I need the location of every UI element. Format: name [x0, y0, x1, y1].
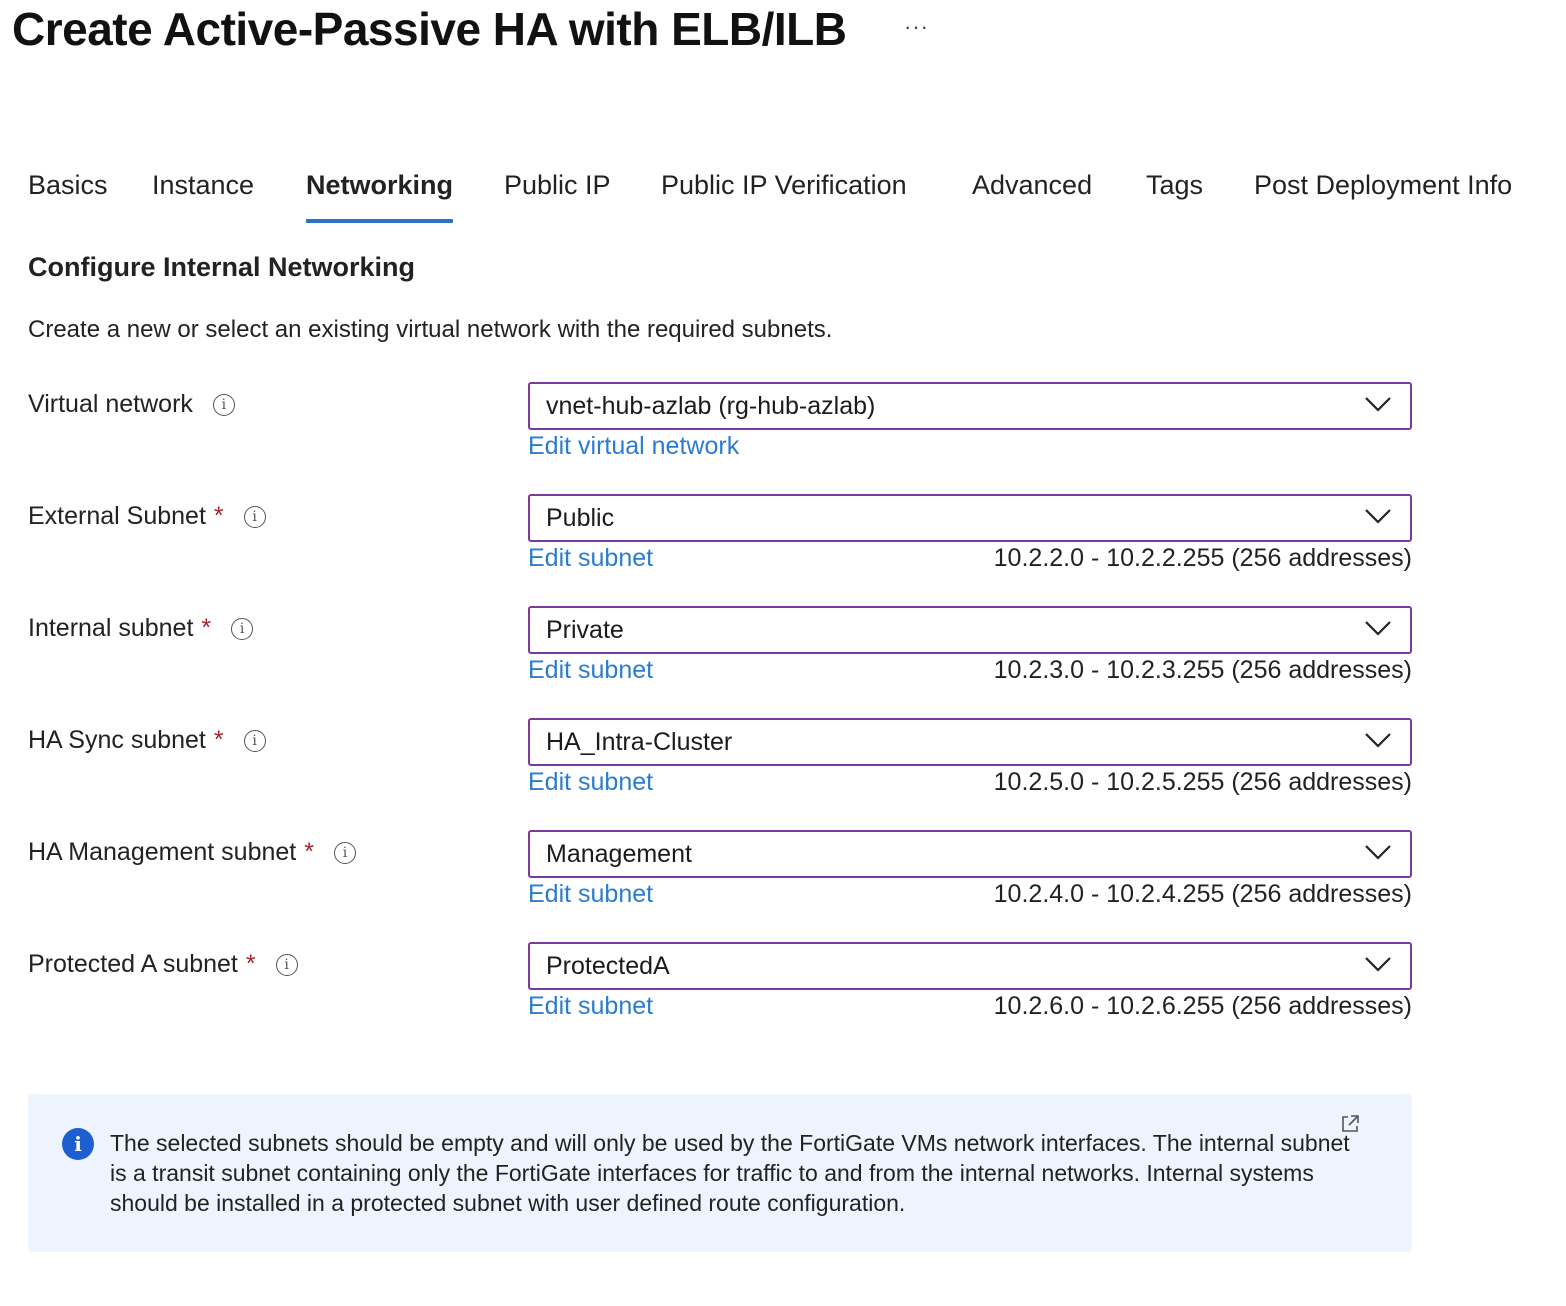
edit-virtual-network-link[interactable]: Edit virtual network: [528, 432, 739, 461]
edit-subnet-link[interactable]: Edit subnet: [528, 880, 653, 909]
edit-subnet-link[interactable]: Edit subnet: [528, 992, 653, 1021]
required-marker: *: [201, 614, 212, 642]
edit-subnet-link[interactable]: Edit subnet: [528, 656, 653, 685]
tab-advanced[interactable]: Advanced: [972, 170, 1092, 224]
subnet-range: 10.2.3.0 - 10.2.3.255 (256 addresses): [993, 656, 1412, 684]
field-label: HA Sync subnet: [28, 726, 206, 754]
subnet-range: 10.2.6.0 - 10.2.6.255 (256 addresses): [993, 992, 1412, 1020]
field-internal-subnet: Internal subnet * i Private Edit subnet …: [28, 606, 1418, 706]
tab-bar: Basics Instance Networking Public IP Pub…: [28, 170, 1558, 226]
external-subnet-dropdown[interactable]: Public: [528, 494, 1412, 542]
subnet-range: 10.2.4.0 - 10.2.4.255 (256 addresses): [993, 880, 1412, 908]
internal-subnet-dropdown[interactable]: Private: [528, 606, 1412, 654]
required-marker: *: [304, 838, 314, 866]
field-label: Protected A subnet: [28, 950, 238, 978]
tab-instance[interactable]: Instance: [152, 170, 254, 224]
more-options-icon[interactable]: ···: [904, 14, 929, 40]
field-label: Virtual network: [28, 390, 193, 418]
external-link-icon[interactable]: [1340, 1114, 1360, 1134]
tab-tags[interactable]: Tags: [1146, 170, 1203, 224]
chevron-down-icon: [1365, 733, 1391, 748]
field-ha-management-subnet: HA Management subnet * i Management Edit…: [28, 830, 1418, 930]
info-icon[interactable]: i: [243, 729, 266, 752]
info-icon[interactable]: i: [243, 505, 266, 528]
tab-networking[interactable]: Networking: [306, 170, 454, 224]
field-label: Internal subnet: [28, 614, 194, 642]
chevron-down-icon: [1365, 957, 1391, 972]
dropdown-value: Public: [546, 504, 615, 532]
dropdown-value: Private: [546, 616, 624, 644]
field-protected-a-subnet: Protected A subnet * i ProtectedA Edit s…: [28, 942, 1418, 1042]
info-icon[interactable]: i: [275, 953, 298, 976]
dropdown-value: vnet-hub-azlab (rg-hub-azlab): [546, 392, 876, 420]
chevron-down-icon: [1365, 509, 1391, 524]
field-external-subnet: External Subnet * i Public Edit subnet 1…: [28, 494, 1418, 594]
required-marker: *: [213, 726, 224, 754]
required-marker: *: [213, 502, 224, 530]
field-ha-sync-subnet: HA Sync subnet * i HA_Intra-Cluster Edit…: [28, 718, 1418, 818]
field-label: External Subnet: [28, 502, 206, 530]
dropdown-value: ProtectedA: [546, 952, 670, 980]
info-icon[interactable]: i: [212, 393, 235, 416]
chevron-down-icon: [1365, 845, 1391, 860]
protected-a-subnet-dropdown[interactable]: ProtectedA: [528, 942, 1412, 990]
info-callout-text: The selected subnets should be empty and…: [110, 1130, 1350, 1216]
info-callout: i The selected subnets should be empty a…: [28, 1094, 1412, 1252]
dropdown-value: HA_Intra-Cluster: [546, 728, 733, 756]
field-virtual-network: Virtual network i vnet-hub-azlab (rg-hub…: [28, 382, 1418, 482]
tab-post-deployment-info[interactable]: Post Deployment Info: [1254, 170, 1512, 224]
edit-subnet-link[interactable]: Edit subnet: [528, 544, 653, 573]
tab-public-ip[interactable]: Public IP: [504, 170, 611, 224]
info-icon[interactable]: i: [231, 617, 254, 640]
chevron-down-icon: [1365, 621, 1391, 636]
subnet-range: 10.2.5.0 - 10.2.5.255 (256 addresses): [993, 768, 1412, 796]
section-description: Create a new or select an existing virtu…: [28, 316, 833, 343]
edit-subnet-link[interactable]: Edit subnet: [528, 768, 653, 797]
tab-basics[interactable]: Basics: [28, 170, 108, 224]
info-filled-icon: i: [62, 1128, 94, 1160]
dropdown-value: Management: [546, 840, 692, 868]
chevron-down-icon: [1365, 397, 1391, 412]
field-label: HA Management subnet: [28, 838, 297, 866]
ha-sync-subnet-dropdown[interactable]: HA_Intra-Cluster: [528, 718, 1412, 766]
section-title: Configure Internal Networking: [28, 252, 416, 282]
subnet-range: 10.2.2.0 - 10.2.2.255 (256 addresses): [993, 544, 1412, 572]
info-icon[interactable]: i: [333, 841, 356, 864]
tab-public-ip-verification[interactable]: Public IP Verification: [661, 170, 907, 224]
page-title: Create Active-Passive HA with ELB/ILB: [12, 3, 847, 55]
ha-management-subnet-dropdown[interactable]: Management: [528, 830, 1412, 878]
required-marker: *: [245, 950, 256, 978]
virtual-network-dropdown[interactable]: vnet-hub-azlab (rg-hub-azlab): [528, 382, 1412, 430]
